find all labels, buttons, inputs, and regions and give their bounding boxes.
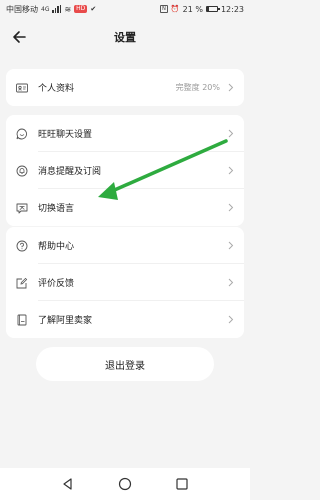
settings-item-language[interactable]: 切换语言 (6, 189, 244, 226)
battery-percent: 21 % (182, 4, 203, 14)
page-header: 设置 (0, 20, 250, 54)
settings-item-chat[interactable]: 旺旺聊天设置 (6, 115, 244, 152)
alarm-icon: ⏰ (170, 5, 180, 13)
chevron-right-icon (228, 83, 234, 92)
language-icon (16, 203, 28, 213)
logout-button[interactable]: 退出登录 (36, 347, 214, 381)
network-type: 4G (41, 5, 50, 13)
help-card: 帮助中心 评价反馈 了解阿里卖家 (6, 227, 244, 338)
book-icon (17, 314, 27, 325)
settings-item-label: 消息提醒及订阅 (38, 167, 102, 177)
bell-icon (16, 165, 28, 176)
nfc-icon: N (160, 5, 168, 13)
settings-item-label: 帮助中心 (38, 242, 75, 252)
status-left: 中国移动 4G ≋ HD ✔ (6, 4, 96, 15)
battery-icon (205, 6, 220, 12)
settings-item-label: 个人资料 (38, 84, 75, 94)
chevron-right-icon (228, 203, 234, 212)
wifi-icon: ≋ (64, 4, 72, 14)
system-nav-bar (0, 468, 250, 500)
circle-home-icon[interactable] (118, 477, 132, 491)
profile-card: 个人资料 完整度 20% (6, 69, 244, 106)
profile-completeness: 完整度 20% (175, 83, 220, 92)
edit-icon (16, 277, 28, 288)
chevron-right-icon (228, 129, 234, 138)
settings-item-about[interactable]: 了解阿里卖家 (6, 301, 244, 338)
settings-item-profile[interactable]: 个人资料 完整度 20% (6, 69, 244, 106)
settings-item-label: 切换语言 (38, 204, 75, 214)
id-card-icon (16, 83, 28, 92)
settings-item-notifications[interactable]: 消息提醒及订阅 (6, 152, 244, 189)
square-recent-icon[interactable] (175, 477, 189, 491)
chat-settings-card: 旺旺聊天设置 消息提醒及订阅 切换语言 (6, 115, 244, 226)
settings-item-label: 了解阿里卖家 (38, 316, 93, 326)
signal-icon (52, 5, 62, 13)
settings-item-feedback[interactable]: 评价反馈 (6, 264, 244, 301)
settings-item-help[interactable]: 帮助中心 (6, 227, 244, 264)
notification-icon: ✔ (90, 5, 97, 13)
hd-badge: HD (74, 5, 88, 13)
settings-item-label: 评价反馈 (38, 279, 75, 289)
question-icon (16, 240, 28, 251)
chevron-right-icon (228, 278, 234, 287)
chevron-right-icon (228, 315, 234, 324)
chevron-right-icon (228, 166, 234, 175)
carrier-name: 中国移动 (6, 4, 38, 14)
triangle-back-icon[interactable] (61, 477, 75, 491)
status-right: N ⏰ 21 % 12:23 (160, 5, 244, 14)
page-title: 设置 (114, 31, 136, 44)
settings-item-label: 旺旺聊天设置 (38, 130, 93, 140)
back-arrow-icon[interactable] (10, 27, 30, 47)
clock-time: 12:23 (220, 4, 244, 14)
status-bar: 中国移动 4G ≋ HD ✔ N ⏰ 21 % 12:23 (0, 0, 250, 18)
chat-smile-icon (16, 128, 27, 139)
chevron-right-icon (228, 241, 234, 250)
